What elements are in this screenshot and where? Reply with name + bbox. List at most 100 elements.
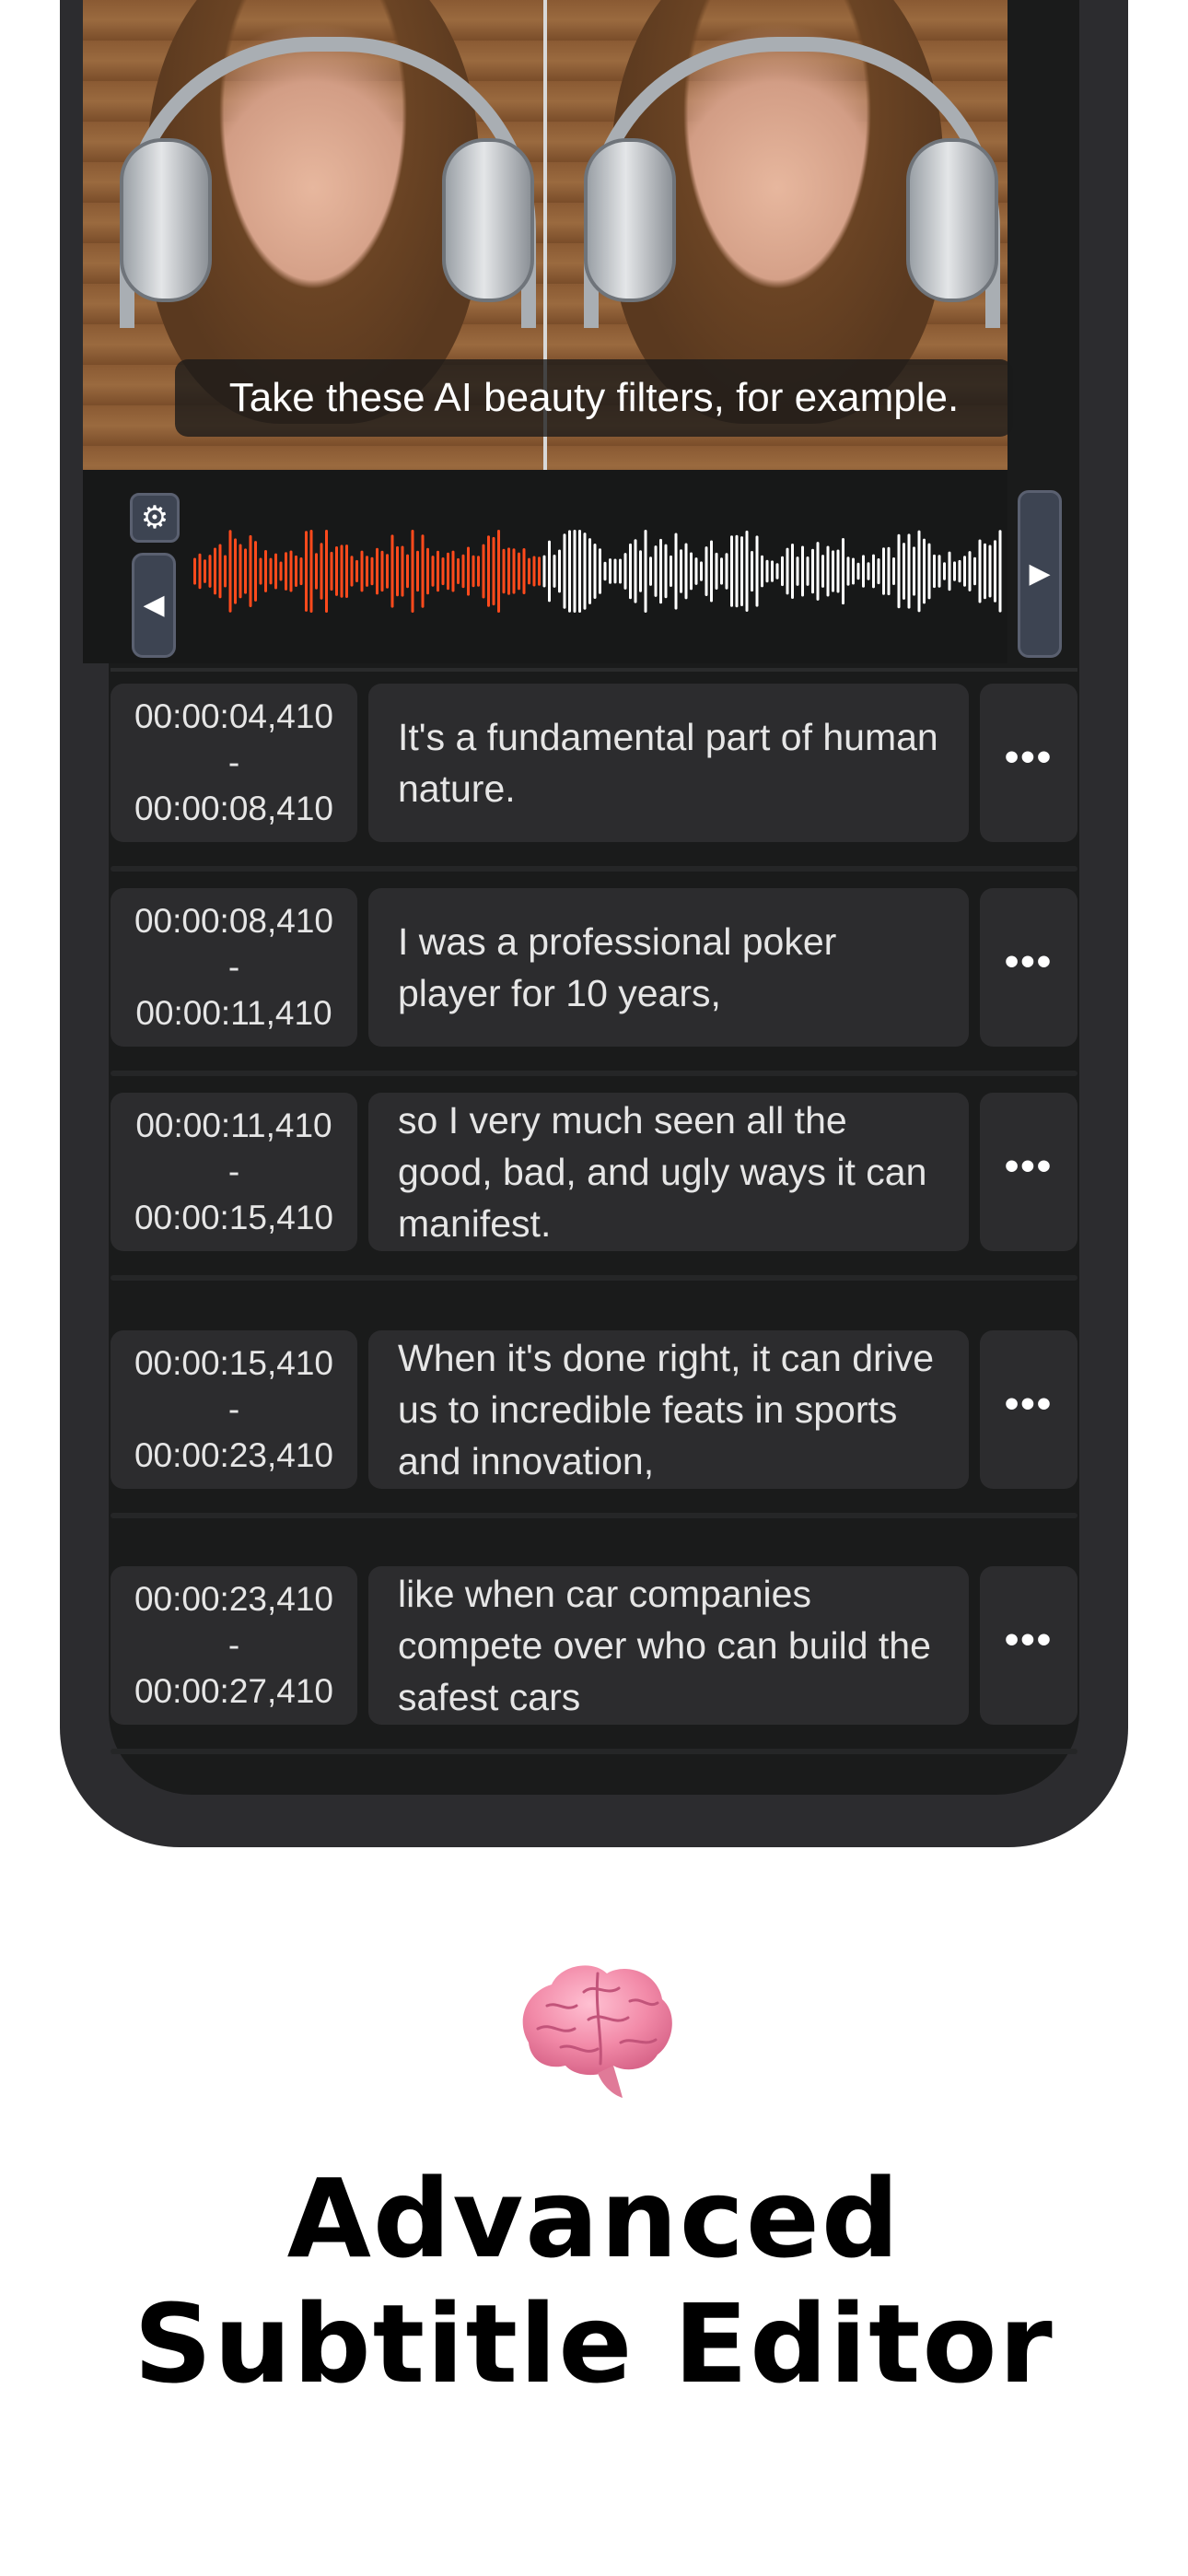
row-divider [111,866,1077,872]
waveform-bar [360,550,364,592]
more-options-button[interactable]: ••• [980,888,1077,1047]
ellipsis-icon: ••• [1004,1617,1054,1662]
waveform-bar [781,556,784,587]
waveform-bar [674,533,678,610]
more-options-button[interactable]: ••• [980,1566,1077,1725]
more-options-button[interactable]: ••• [980,1330,1077,1489]
waveform-bar [553,555,556,588]
waveform-bar [623,553,627,590]
start-time: 00:00:11,410 [135,1107,332,1144]
play-back-icon: ◀ [143,590,165,620]
waveform-bar [457,557,460,584]
waveform-bar [370,556,374,586]
waveform-bar [684,543,688,600]
settings-button[interactable]: ⚙ [130,493,180,543]
waveform-bar [380,550,384,592]
ellipsis-icon: ••• [1004,734,1054,779]
more-options-button[interactable]: ••• [980,1093,1077,1251]
waveform-bar [345,544,348,598]
waveform-bar [644,530,647,613]
waveform-bar [953,561,956,581]
previous-button[interactable]: ◀ [132,553,176,658]
timecode-cell[interactable]: 00:00:23,410 - 00:00:27,410 [111,1566,357,1725]
waveform-bar [264,550,267,592]
subtitle-text: It's a fundamental part of human nature. [398,716,938,810]
waveform-bar [659,538,662,604]
waveform-bar [670,555,672,587]
timecode-cell[interactable]: 00:00:11,410 - 00:00:15,410 [111,1093,357,1251]
waveform-bar [542,555,546,588]
waveform-bar [755,535,759,607]
waveform-bar [720,557,723,585]
waveform-bar [923,538,926,604]
waveform-bar [842,538,844,605]
end-time: 00:00:27,410 [134,1672,334,1710]
end-time: 00:00:15,410 [134,1199,334,1236]
waveform-bar [254,541,257,602]
waveform-bar [816,542,820,601]
waveform-bar [593,544,597,599]
waveform-bar [639,550,642,592]
waveform-bar [917,530,921,613]
waveform-bar [690,552,693,591]
headphone-right-image [442,138,534,302]
waveform-bar [563,533,566,609]
headphone-right-image [906,138,998,302]
waveform-bar [315,553,318,590]
waveform-bar [786,547,789,595]
subtitle-text-field[interactable]: I was a professional poker player for 10… [368,888,969,1047]
more-options-button[interactable]: ••• [980,684,1077,842]
row-divider [111,1275,1077,1281]
waveform-bar [943,562,946,580]
time-separator: - [227,1153,240,1190]
waveform-bar [811,548,814,594]
subtitle-text-field[interactable]: so I very much seen all the good, bad, a… [368,1093,969,1251]
subtitle-text-field[interactable]: When it's done right, it can drive us to… [368,1330,969,1489]
waveform-bar [518,552,520,591]
waveform-bar [390,534,394,608]
waveform-bar [411,530,414,613]
waveform-bar [897,533,901,609]
waveform-bar [715,552,718,590]
waveform-bar [472,555,475,588]
audio-waveform[interactable] [193,530,1004,613]
waveform-bar [578,530,581,613]
waveform-bar [826,545,830,597]
waveform-bar [573,530,577,613]
waveform-bar [426,547,429,595]
waveform-bar [325,530,328,613]
waveform-bar [228,530,232,613]
subtitle-text-field[interactable]: like when car companies compete over who… [368,1566,969,1725]
waveform-bar [963,556,966,587]
waveform-bar [532,556,536,587]
waveform-bar [649,556,652,586]
timecode-cell[interactable]: 00:00:04,410 - 00:00:08,410 [111,684,357,842]
waveform-bar [335,546,338,596]
waveform-bar [862,555,865,588]
waveform-bar [948,551,951,591]
timecode-cell[interactable]: 00:00:08,410 - 00:00:11,410 [111,888,357,1047]
waveform-bar [613,558,617,584]
waveform-bar [224,555,227,588]
waveform-bar [968,551,972,591]
waveform-bar [588,538,591,604]
subtitle-text-field[interactable]: It's a fundamental part of human nature. [368,684,969,842]
waveform-bar [998,530,1002,613]
waveform-bar [461,554,465,589]
next-button[interactable]: ▶ [1018,490,1062,658]
timecode-cell[interactable]: 00:00:15,410 - 00:00:23,410 [111,1330,357,1489]
waveform-bar [680,549,682,593]
time-separator: - [227,1390,240,1428]
waveform-bar [694,557,698,585]
waveform-bar [654,545,658,597]
waveform-bar [887,546,891,596]
waveform-bar [269,557,273,585]
waveform-bar [437,550,439,592]
waveform-bar [700,561,703,581]
waveform-bar [447,552,449,591]
waveform-bar [771,560,774,582]
waveform-bar [193,557,196,585]
waveform-bar [330,551,333,591]
waveform-bar [249,534,252,607]
waveform-bar [710,540,713,603]
